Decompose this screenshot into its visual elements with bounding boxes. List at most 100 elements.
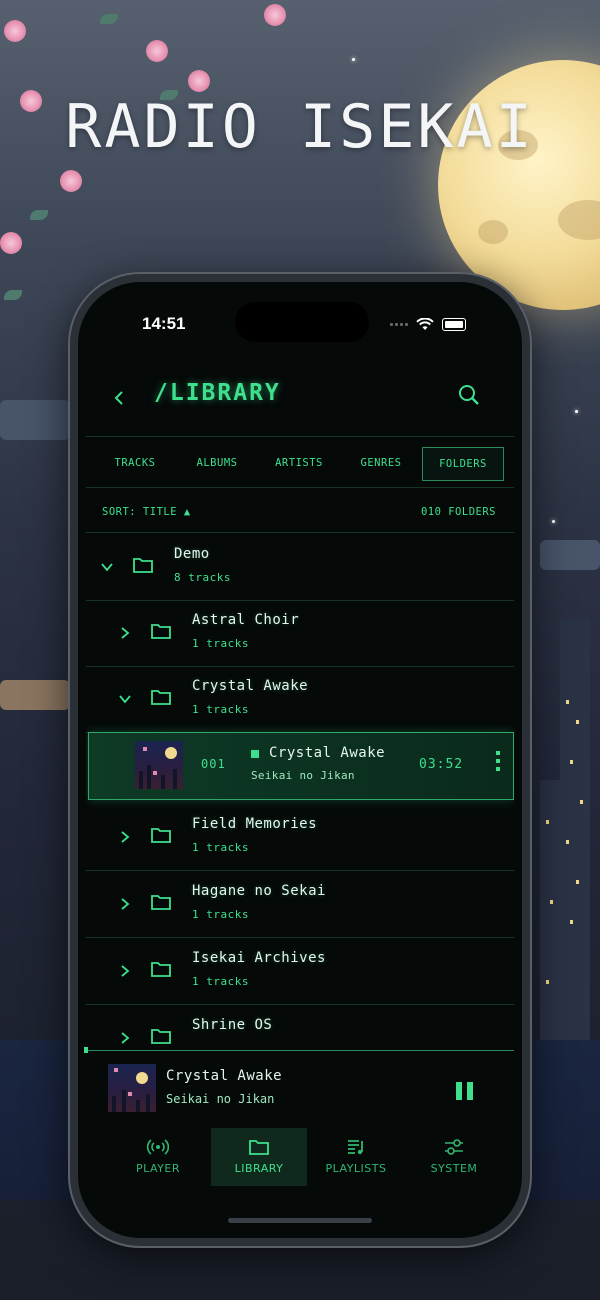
track-duration: 03:52 — [419, 757, 464, 772]
folder-icon — [151, 962, 171, 977]
folder-row-shrine-os[interactable]: Shrine OS — [86, 1005, 514, 1046]
folder-row-astral-choir[interactable]: Astral Choir 1 tracks — [86, 600, 514, 667]
nav-player[interactable]: PLAYER — [110, 1128, 206, 1186]
page-title: /LIBRARY — [154, 380, 281, 406]
star — [575, 410, 578, 413]
cloud — [0, 400, 70, 440]
folder-icon — [151, 828, 171, 843]
nav-label: LIBRARY — [234, 1162, 284, 1175]
cellular-signal-icon — [390, 323, 408, 326]
playlist-icon — [348, 1140, 363, 1155]
folder-row-hagane-no-sekai[interactable]: Hagane no Sekai 1 tracks — [86, 871, 514, 938]
chevron-down-icon[interactable] — [118, 692, 132, 706]
mini-track-artist: Seikai no Jikan — [166, 1092, 275, 1106]
headline: RADIO ISEKAI — [65, 92, 535, 162]
leaf — [100, 14, 118, 24]
leaf — [4, 290, 22, 300]
folder-name: Field Memories — [192, 816, 318, 832]
status-icons — [390, 318, 466, 331]
cloud — [540, 540, 600, 570]
blossom — [264, 4, 286, 26]
sort-button[interactable]: SORT: TITLE ▲ — [102, 506, 191, 518]
album-art — [135, 741, 183, 789]
library-tabs: TRACKS ALBUMS ARTISTS GENRES FOLDERS — [86, 436, 514, 488]
app-header: /LIBRARY — [78, 372, 522, 432]
folder-track-count: 1 tracks — [192, 908, 249, 921]
tab-albums[interactable]: ALBUMS — [178, 447, 256, 479]
tower — [560, 620, 590, 1100]
track-title: Crystal Awake — [269, 745, 386, 761]
dynamic-island — [235, 302, 369, 342]
mini-album-art — [108, 1064, 156, 1112]
folder-track-count: 1 tracks — [192, 975, 249, 988]
blossom — [0, 232, 22, 254]
folder-icon — [151, 690, 171, 705]
star — [552, 520, 555, 523]
now-playing-indicator — [251, 750, 259, 758]
sliders-icon — [445, 1139, 463, 1155]
leaf — [30, 210, 48, 220]
nav-label: PLAYER — [136, 1162, 180, 1175]
wifi-icon — [416, 318, 434, 330]
folder-icon — [151, 895, 171, 910]
building-roof — [0, 680, 70, 710]
chevron-right-icon[interactable] — [118, 830, 132, 844]
sort-bar: SORT: TITLE ▲ 010 FOLDERS — [86, 492, 514, 533]
mini-player[interactable]: Crystal Awake Seikai no Jikan — [86, 1052, 514, 1122]
track-number: 001 — [201, 757, 226, 771]
chevron-left-icon[interactable] — [108, 386, 132, 410]
tab-genres[interactable]: GENRES — [342, 447, 420, 479]
tab-folders[interactable]: FOLDERS — [422, 447, 504, 481]
blossom — [146, 40, 168, 62]
folder-row-crystal-awake[interactable]: Crystal Awake 1 tracks — [86, 666, 514, 733]
battery-icon — [442, 318, 466, 331]
folder-icon — [133, 558, 153, 573]
nav-library[interactable]: LIBRARY — [211, 1128, 307, 1186]
nav-playlists[interactable]: PLAYLISTS — [308, 1128, 404, 1186]
status-time: 14:51 — [142, 314, 186, 333]
folder-row-isekai-archives[interactable]: Isekai Archives 1 tracks — [86, 938, 514, 1005]
folder-icon — [151, 1029, 171, 1044]
nav-label: PLAYLISTS — [325, 1162, 387, 1175]
mini-track-title: Crystal Awake — [166, 1068, 283, 1084]
broadcast-icon — [147, 1139, 169, 1155]
folder-track-count: 1 tracks — [192, 841, 249, 854]
tab-tracks[interactable]: TRACKS — [96, 447, 174, 479]
blossom — [60, 170, 82, 192]
folder-track-count: 1 tracks — [192, 703, 249, 716]
tab-artists[interactable]: ARTISTS — [260, 447, 338, 479]
folder-track-count: 1 tracks — [192, 637, 249, 650]
star — [352, 58, 355, 61]
folder-row-demo[interactable]: Demo 8 tracks — [86, 534, 514, 601]
nav-system[interactable]: SYSTEM — [406, 1128, 502, 1186]
blossom — [4, 20, 26, 42]
folder-name: Crystal Awake — [192, 678, 309, 694]
folder-icon — [249, 1140, 269, 1155]
pause-icon[interactable] — [456, 1082, 474, 1100]
folder-name: Shrine OS — [192, 1017, 273, 1033]
folder-name: Hagane no Sekai — [192, 883, 326, 899]
playback-progress[interactable] — [86, 1050, 514, 1051]
chevron-down-icon[interactable] — [100, 560, 114, 574]
chevron-right-icon[interactable] — [118, 897, 132, 911]
chevron-right-icon[interactable] — [118, 964, 132, 978]
folder-track-count: 8 tracks — [174, 571, 231, 584]
track-artist: Seikai no Jikan — [251, 769, 355, 782]
chevron-right-icon[interactable] — [118, 1031, 132, 1045]
nav-label: SYSTEM — [430, 1162, 478, 1175]
more-options-icon[interactable] — [494, 751, 502, 777]
phone-screen: 14:51 /LIBRARY TRACKS ALBUMS ARTISTS GEN… — [78, 282, 522, 1238]
bottom-nav: PLAYER LIBRARY PLAYLISTS SYSTEM — [86, 1122, 514, 1186]
chevron-right-icon[interactable] — [118, 626, 132, 640]
folder-name: Demo — [174, 546, 210, 562]
folder-count: 010 FOLDERS — [420, 506, 496, 518]
search-icon[interactable] — [456, 382, 482, 408]
folder-row-field-memories[interactable]: Field Memories 1 tracks — [86, 804, 514, 871]
phone-frame: 14:51 /LIBRARY TRACKS ALBUMS ARTISTS GEN… — [68, 272, 532, 1248]
folder-list: Demo 8 tracks Astral Choir 1 tracks Crys… — [86, 534, 514, 1046]
folder-name: Isekai Archives — [192, 950, 326, 966]
folder-name: Astral Choir — [192, 612, 300, 628]
home-indicator — [228, 1218, 372, 1223]
blossom — [188, 70, 210, 92]
track-row-playing[interactable]: 001 Crystal Awake Seikai no Jikan 03:52 — [88, 732, 514, 800]
